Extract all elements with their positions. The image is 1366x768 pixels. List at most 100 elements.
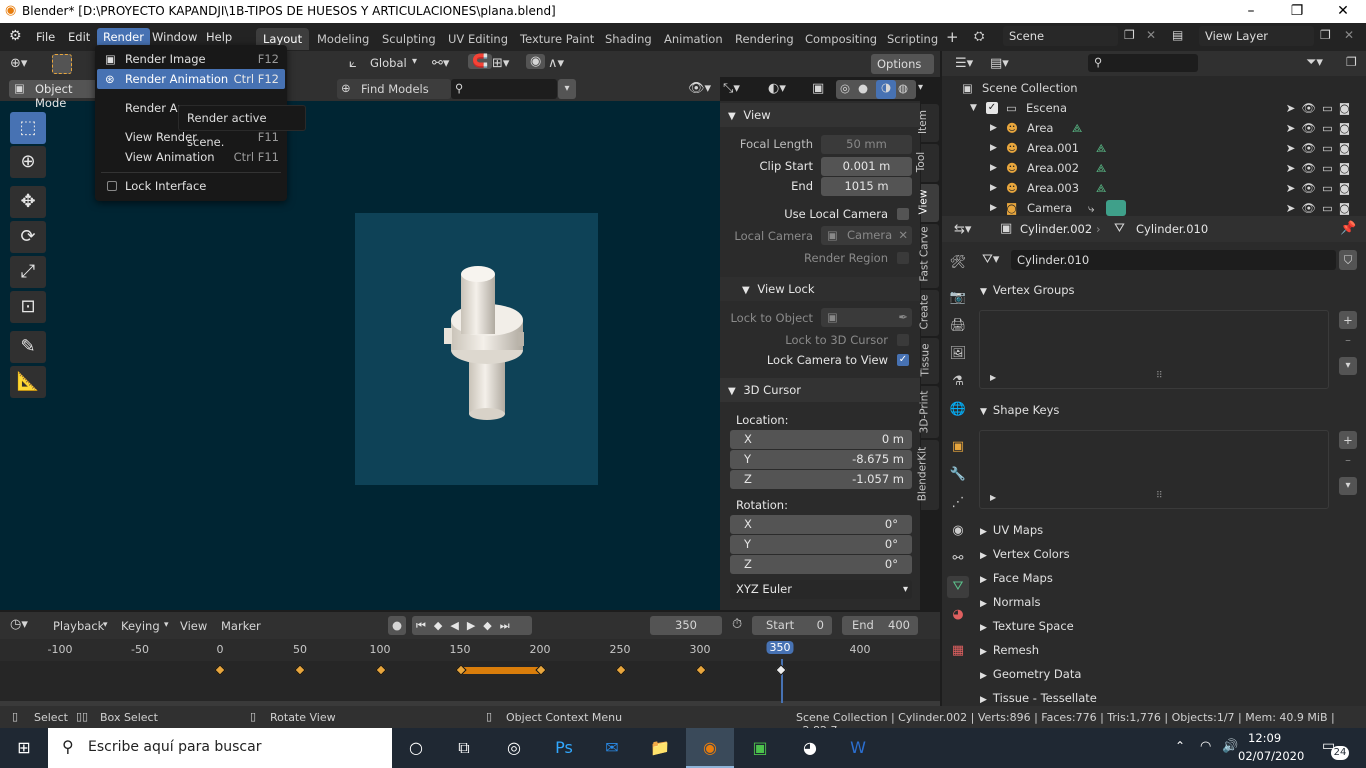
tab-sculpting[interactable]: Sculpting: [375, 28, 443, 50]
frame-start-field[interactable]: Start 0: [752, 616, 832, 635]
eyedropper-icon[interactable]: ✒: [898, 308, 908, 327]
render-image-item[interactable]: ▣ Render Image F12: [97, 49, 285, 69]
photoshop-icon[interactable]: Ps: [540, 728, 588, 768]
exclude-checkbox[interactable]: ✓: [986, 102, 998, 114]
modifier-properties-icon[interactable]: 🔧: [947, 464, 969, 486]
object-mode-selector[interactable]: ▣ Object Mode: [9, 80, 99, 110]
outliner-row-scene-collection[interactable]: ▣ Scene Collection: [942, 78, 1366, 98]
outliner-editor-icon[interactable]: ☰▾: [955, 56, 973, 71]
rotate-tool[interactable]: ⟳: [10, 221, 46, 253]
remesh-header[interactable]: ▶ Remesh: [974, 639, 1364, 662]
output-properties-icon[interactable]: 🖨: [947, 315, 969, 337]
properties-editor-icon[interactable]: ⇆▾: [954, 222, 971, 237]
add-workspace-icon[interactable]: +: [946, 28, 959, 46]
gizmo-icon[interactable]: ⤡▾: [723, 81, 740, 96]
select-mode-icon[interactable]: [52, 54, 72, 74]
chevron-right-icon[interactable]: ▶: [990, 118, 997, 138]
geometry-data-header[interactable]: ▶ Geometry Data: [974, 663, 1364, 686]
tab-tissue[interactable]: Tissue: [920, 338, 939, 384]
snap-icon[interactable]: 🧲: [468, 54, 493, 69]
falloff-icon[interactable]: ∧▾: [548, 56, 564, 71]
orientation-selector[interactable]: Global: [370, 56, 407, 70]
render-animation-item[interactable]: ⊛ Render Animation Ctrl F12: [97, 69, 285, 89]
object-properties-icon[interactable]: ▣: [947, 436, 969, 458]
view-section-header[interactable]: ▼ View: [720, 103, 920, 127]
constraints-properties-icon[interactable]: ⚯: [947, 548, 969, 570]
view-menu[interactable]: View: [180, 619, 207, 633]
marker-menu[interactable]: Marker: [221, 619, 261, 633]
clock-date[interactable]: 02/07/2020: [1238, 749, 1304, 763]
tab-rendering[interactable]: Rendering: [728, 28, 801, 50]
camtasia-icon[interactable]: ▣: [736, 728, 784, 768]
outlook-icon[interactable]: ✉: [588, 728, 636, 768]
find-models-button[interactable]: ⊕ Find Models: [337, 79, 451, 99]
add-vertex-group-button[interactable]: +: [1339, 311, 1357, 329]
annotate-tool[interactable]: ✎: [10, 331, 46, 363]
playback-controls[interactable]: ⏮◆◀▶◆⏭: [412, 616, 532, 635]
lock-interface-item[interactable]: Lock Interface: [97, 176, 285, 196]
wireframe-shading-icon[interactable]: ◎: [840, 81, 850, 95]
rotation-mode-select[interactable]: XYZ Euler ▾: [730, 580, 912, 599]
focal-length-field[interactable]: 50 mm: [821, 135, 912, 154]
shading-mode-group[interactable]: ◎ ● ◑ ◍: [836, 80, 916, 99]
rotation-z-field[interactable]: Z 0°: [730, 555, 912, 574]
menu-file[interactable]: File: [30, 28, 61, 47]
material-shading-icon[interactable]: ◑: [876, 80, 896, 99]
taskbar-search[interactable]: ⚲ Escribe aquí para buscar: [48, 728, 392, 768]
scene-icon[interactable]: ⛭: [974, 29, 984, 44]
windows-start-icon[interactable]: ⊞: [0, 728, 48, 768]
frame-end-field[interactable]: End 400: [842, 616, 918, 635]
cylinder-object[interactable]: [440, 258, 530, 424]
menu-edit[interactable]: Edit: [62, 28, 96, 47]
tab-modeling[interactable]: Modeling: [310, 28, 376, 50]
task-view-icon[interactable]: ⧉: [440, 728, 488, 768]
tab-animation[interactable]: Animation: [657, 28, 730, 50]
cursor-x-field[interactable]: X 0 m: [730, 430, 912, 449]
chevron-right-icon[interactable]: ▶: [990, 373, 996, 382]
cortana-icon[interactable]: ○: [392, 728, 440, 768]
world-properties-icon[interactable]: 🌐: [947, 399, 969, 421]
outliner-row-camera[interactable]: ▶ ◙ Camera ⤷ ➤👁▭◙: [942, 198, 1366, 218]
pin-icon[interactable]: 📌: [1340, 221, 1356, 236]
current-frame-field[interactable]: 350: [650, 616, 722, 635]
tab-item[interactable]: Item: [917, 104, 939, 142]
keying-menu[interactable]: Keying: [121, 619, 160, 633]
physics-properties-icon[interactable]: ◉: [947, 520, 969, 542]
snap-target-icon[interactable]: ⊞▾: [492, 56, 509, 71]
filter-icon[interactable]: ⏷▾: [1306, 55, 1323, 70]
file-explorer-icon[interactable]: 📁: [636, 728, 684, 768]
lock-interface-checkbox[interactable]: [107, 181, 117, 191]
visibility-icons[interactable]: ➤👁▭◙: [1286, 158, 1356, 178]
view-layer-selector[interactable]: View Layer: [1199, 26, 1314, 46]
visibility-icons[interactable]: ➤👁▭◙: [1286, 198, 1356, 218]
new-view-layer-icon[interactable]: ❐: [1320, 28, 1331, 42]
volume-icon[interactable]: 🔊: [1222, 739, 1238, 754]
options-button[interactable]: Options: [871, 54, 934, 74]
shape-keys-list[interactable]: ▶ ⠿: [979, 430, 1329, 509]
texture-space-header[interactable]: ▶ Texture Space: [974, 615, 1364, 638]
chevron-down-icon[interactable]: ▾: [918, 82, 923, 93]
cursor-z-field[interactable]: Z -1.057 m: [730, 470, 912, 489]
outliner-row-escena[interactable]: ▼ ✓ ▭ Escena ➤👁▭◙: [942, 98, 1366, 118]
chevron-right-icon[interactable]: ▶: [990, 138, 997, 158]
timeline-editor-icon[interactable]: ◷▾: [10, 617, 28, 632]
tab-view[interactable]: View: [917, 184, 939, 222]
tab-create[interactable]: Create: [918, 290, 939, 336]
tab-compositing[interactable]: Compositing: [798, 28, 884, 50]
chevron-down-icon[interactable]: ▼: [970, 98, 977, 118]
remove-view-layer-icon[interactable]: ✕: [1344, 28, 1354, 42]
move-tool[interactable]: ✥: [10, 186, 46, 218]
outliner-row-area-002[interactable]: ▶ ☻ Area.002 ⟁ ➤👁▭◙: [942, 158, 1366, 178]
solid-shading-icon[interactable]: ●: [858, 81, 868, 95]
tool-properties-icon[interactable]: 🛠: [947, 252, 969, 274]
minimize-icon[interactable]: –: [1228, 0, 1274, 23]
face-maps-header[interactable]: ▶ Face Maps: [974, 567, 1364, 590]
mesh-name-field[interactable]: Cylinder.010: [1011, 250, 1336, 270]
xray-icon[interactable]: ▣: [812, 81, 824, 96]
clear-icon[interactable]: ✕: [898, 226, 908, 245]
tab-tool[interactable]: Tool: [915, 144, 939, 182]
remove-shape-key-button[interactable]: –: [1339, 451, 1357, 469]
local-camera-field[interactable]: ▣ Camera ✕: [821, 226, 912, 245]
normals-header[interactable]: ▶ Normals: [974, 591, 1364, 614]
stopwatch-icon[interactable]: ⏱: [732, 617, 742, 632]
